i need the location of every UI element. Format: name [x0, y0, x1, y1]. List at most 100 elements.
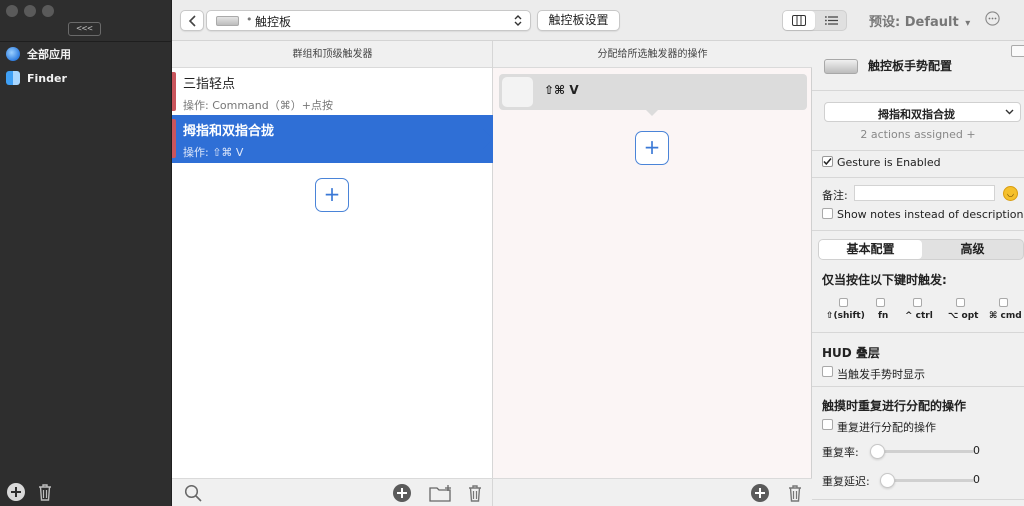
list-icon — [825, 16, 838, 25]
trigger-color-marker — [172, 72, 176, 111]
notes-input[interactable] — [854, 185, 995, 201]
add-action-footer-icon[interactable] — [751, 484, 769, 502]
repeat-delay-label: 重复延迟: — [822, 475, 870, 488]
globe-icon — [6, 47, 20, 61]
collapse-sidebar-button[interactable]: <<< — [68, 22, 101, 36]
fn-checkbox[interactable] — [876, 298, 885, 307]
fn-label: fn — [878, 311, 889, 321]
device-selector-bullet: • — [246, 13, 253, 26]
actions-assigned-link[interactable]: 2 actions assigned + — [812, 128, 1024, 141]
repeat-delay-slider-knob[interactable] — [880, 473, 895, 488]
actions-column-header: 分配给所选触发器的操作 — [597, 49, 708, 60]
gesture-config-panel: 触控板手势配置 拇指和双指合拢 2 actions assigned + Ges… — [812, 41, 1024, 506]
selection-pointer — [483, 129, 493, 149]
window-close-button[interactable] — [6, 5, 18, 17]
sidebar-item-finder[interactable]: Finder — [6, 68, 67, 88]
device-selector[interactable]: • 触控板 — [206, 10, 531, 31]
chevron-down-icon — [1005, 109, 1014, 115]
trash-icon[interactable] — [37, 482, 53, 502]
trackpad-icon — [824, 59, 858, 74]
trackpad-settings-button[interactable]: 触控板设置 — [537, 10, 620, 31]
list-view-button[interactable] — [816, 11, 847, 30]
ellipsis-circle-icon[interactable] — [985, 11, 1000, 26]
add-trigger-button[interactable]: + — [315, 178, 349, 212]
preset-selector[interactable]: 预设: Default ▾ — [869, 11, 970, 30]
action-icon — [502, 77, 533, 107]
gesture-dropdown[interactable]: 拇指和双指合拢 — [824, 102, 1021, 122]
ctrl-label: ^ ctrl — [905, 311, 933, 321]
columns-icon — [792, 15, 806, 26]
show-notes-label: Show notes instead of description — [837, 208, 1024, 221]
sidebar: <<< 全部应用 Finder — [0, 0, 172, 506]
trackpad-icon — [216, 16, 239, 26]
add-trigger-footer-icon[interactable] — [393, 484, 411, 502]
back-button[interactable] — [180, 10, 204, 31]
columns-view-button[interactable] — [783, 11, 815, 30]
search-icon[interactable] — [184, 484, 202, 502]
trigger-title: 三指轻点 — [183, 77, 236, 92]
tab-basic[interactable]: 基本配置 — [819, 240, 922, 259]
divider — [812, 150, 1024, 151]
hud-checkbox[interactable] — [822, 366, 833, 377]
delete-trigger-icon[interactable] — [467, 483, 483, 503]
sidebar-divider — [0, 41, 172, 42]
repeat-rate-label: 重复率: — [822, 446, 859, 459]
new-folder-icon[interactable] — [429, 484, 453, 502]
repeat-heading: 触摸时重复进行分配的操作 — [822, 399, 967, 413]
repeat-checkbox[interactable] — [822, 419, 833, 430]
sidebar-item-label: Finder — [27, 71, 67, 85]
repeat-option-label: 重复进行分配的操作 — [837, 421, 936, 434]
show-notes-checkbox[interactable] — [822, 208, 833, 219]
repeat-delay-value: 0 — [973, 473, 980, 486]
repeat-rate-slider-knob[interactable] — [870, 444, 885, 459]
notes-label: 备注: — [822, 189, 848, 202]
action-label: ⇧⌘ V — [544, 83, 579, 97]
sidebar-item-label: 全部应用 — [27, 48, 71, 61]
divider — [812, 230, 1024, 231]
trigger-title: 拇指和双指合拢 — [183, 124, 275, 139]
gesture-enabled-checkbox[interactable] — [822, 156, 833, 167]
hud-heading: HUD 叠层 — [822, 346, 880, 360]
view-mode-segmented — [782, 10, 847, 31]
repeat-rate-value: 0 — [973, 444, 980, 457]
action-pointer — [646, 110, 658, 116]
cmd-label: ⌘ cmd — [989, 311, 1022, 321]
shift-checkbox[interactable] — [839, 298, 848, 307]
action-row[interactable]: ⇧⌘ V — [499, 74, 807, 116]
trigger-color-marker — [172, 119, 176, 158]
tab-advanced[interactable]: 高级 — [922, 240, 1023, 259]
preset-caret: ▾ — [965, 18, 971, 29]
chevron-left-icon — [188, 15, 197, 27]
cmd-checkbox[interactable] — [999, 298, 1008, 307]
trigger-row-selected[interactable]: 拇指和双指合拢 操作: ⇧⌘ V — [172, 115, 493, 163]
repeat-rate-slider[interactable] — [874, 450, 974, 453]
config-tabs: 基本配置 高级 — [818, 239, 1024, 260]
modifier-heading: 仅当按住以下键时触发: — [822, 273, 947, 287]
plus-circle-icon[interactable] — [7, 483, 25, 501]
updown-chevron-icon — [514, 14, 522, 27]
emoji-picker-icon[interactable]: ◡ — [1003, 186, 1018, 201]
divider — [812, 332, 1024, 333]
repeat-delay-slider[interactable] — [884, 479, 974, 482]
triggers-list: 三指轻点 操作: Command（⌘）+点按 拇指和双指合拢 操作: ⇧⌘ V … — [172, 68, 493, 478]
trigger-subtitle: 操作: Command（⌘）+点按 — [183, 99, 333, 112]
sidebar-toggle-icon[interactable] — [1011, 45, 1024, 57]
hud-option-label: 当触发手势时显示 — [837, 368, 925, 381]
trigger-row[interactable]: 三指轻点 操作: Command（⌘）+点按 — [172, 68, 493, 115]
window-zoom-button[interactable] — [42, 5, 54, 17]
shift-label: ⇧(shift) — [826, 311, 865, 321]
delete-action-icon[interactable] — [787, 483, 803, 503]
sidebar-item-all-apps[interactable]: 全部应用 — [6, 44, 71, 64]
preset-label: 预设: Default — [869, 15, 959, 30]
divider — [812, 177, 1024, 178]
gesture-enabled-label: Gesture is Enabled — [837, 156, 941, 169]
actions-list: ⇧⌘ V + — [493, 68, 812, 478]
divider — [812, 386, 1024, 387]
column-headers: 群组和顶级触发器 分配给所选触发器的操作 — [172, 41, 812, 68]
window-minimize-button[interactable] — [24, 5, 36, 17]
ctrl-checkbox[interactable] — [913, 298, 922, 307]
trigger-subtitle: 操作: ⇧⌘ V — [183, 146, 244, 159]
gesture-dropdown-label: 拇指和双指合拢 — [878, 108, 955, 121]
add-action-button[interactable]: + — [635, 131, 669, 165]
opt-checkbox[interactable] — [956, 298, 965, 307]
